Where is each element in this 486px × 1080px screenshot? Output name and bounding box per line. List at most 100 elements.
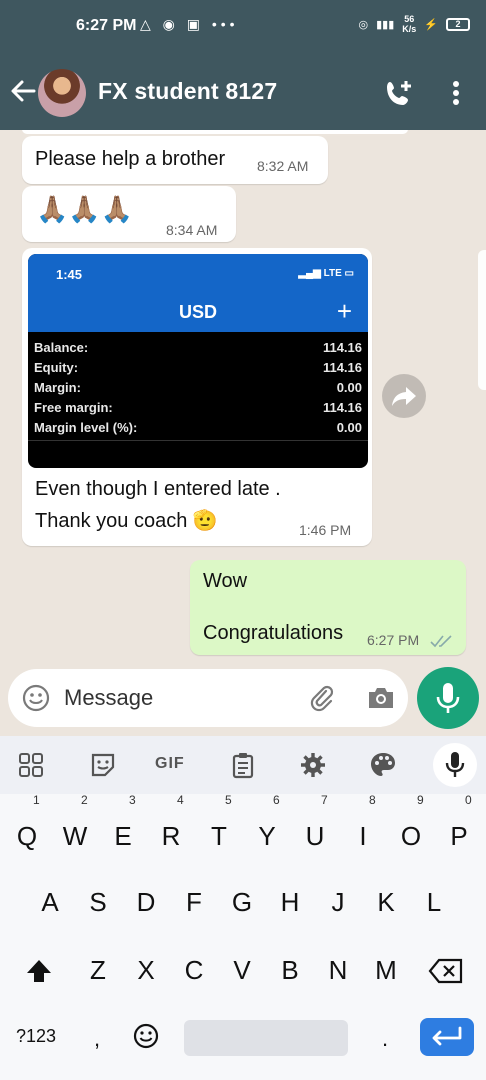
previous-bubble-edge xyxy=(22,130,408,134)
key-h[interactable]: H xyxy=(266,876,314,928)
emoji-key-icon[interactable] xyxy=(132,1022,160,1050)
emoji-icon[interactable] xyxy=(22,684,50,712)
key-e[interactable]: 3E xyxy=(99,794,147,862)
keyboard-toolbar: GIF xyxy=(0,736,486,794)
keyboard-voice-button[interactable] xyxy=(433,743,477,787)
battery-icon: 2 xyxy=(446,17,470,31)
period-key[interactable]: . xyxy=(382,1026,388,1052)
message-composer xyxy=(8,669,408,727)
symbols-key[interactable]: ?123 xyxy=(16,1026,56,1047)
message-emoji: 🙏🏽🙏🏽🙏🏽 xyxy=(36,194,134,224)
key-s[interactable]: S xyxy=(74,876,122,928)
status-time: 6:27 PM xyxy=(76,17,137,34)
status-bar: 6:27 PM △ ◉ ▣ ••• ◎ ▮▮▮ 56 K/s ⚡ 2 xyxy=(0,0,486,56)
message-bubble-1[interactable]: Please help a brother 8:32 AM xyxy=(22,136,328,184)
message-time: 8:34 AM xyxy=(166,222,218,238)
charging-icon: ⚡ xyxy=(424,18,438,31)
summary-row: Margin level (%): 0.00 xyxy=(34,420,362,435)
chat-area[interactable]: Please help a brother 8:32 AM 🙏🏽🙏🏽🙏🏽 8:3… xyxy=(0,130,486,670)
summary-row: Equity: 114.16 xyxy=(34,360,362,375)
clipboard-icon[interactable] xyxy=(228,750,258,780)
key-b[interactable]: B xyxy=(266,944,314,996)
message-bubble-2[interactable]: 🙏🏽🙏🏽🙏🏽 8:34 AM xyxy=(22,186,236,242)
screenshot-header: 1:45 ▂▄▆ LTE ▭ USD + xyxy=(28,254,368,332)
gif-button[interactable]: GIF xyxy=(155,755,185,773)
screenshot-status: ▂▄▆ LTE ▭ xyxy=(298,268,354,279)
enter-key[interactable] xyxy=(420,1018,474,1056)
sticker-icon[interactable] xyxy=(88,750,118,780)
summary-row: Free margin: 114.16 xyxy=(34,400,362,415)
chat-title[interactable]: FX student 8127 xyxy=(98,78,277,105)
key-r[interactable]: 4R xyxy=(147,794,195,862)
attach-icon[interactable] xyxy=(308,684,336,712)
key-w[interactable]: 2W xyxy=(51,794,99,862)
message-text: Wow xyxy=(203,570,248,592)
key-a[interactable]: A xyxy=(26,876,74,928)
message-time: 6:27 PM xyxy=(367,632,420,648)
mic-icon xyxy=(436,683,460,713)
key-v[interactable]: V xyxy=(218,944,266,996)
message-time: 1:46 PM xyxy=(299,522,352,538)
key-m[interactable]: M xyxy=(362,944,410,996)
message-time: 8:32 AM xyxy=(257,158,309,174)
message-input[interactable] xyxy=(64,677,294,719)
key-i[interactable]: 8I xyxy=(339,794,387,862)
comma-key[interactable]: , xyxy=(94,1026,100,1052)
screenshot-title: USD xyxy=(178,302,217,322)
voice-record-button[interactable] xyxy=(417,667,479,729)
screenshot-time: 1:45 xyxy=(56,267,83,282)
divider xyxy=(28,440,368,441)
settings-icon[interactable] xyxy=(298,750,328,780)
forward-icon xyxy=(392,387,416,406)
message-text: Please help a brother xyxy=(35,148,226,170)
key-g[interactable]: G xyxy=(218,876,266,928)
message-text: Congratulations xyxy=(203,622,344,644)
key-t[interactable]: 5T xyxy=(195,794,243,862)
read-ticks-icon xyxy=(430,635,452,648)
message-bubble-3[interactable]: 1:45 ▂▄▆ LTE ▭ USD + Balance: 114.16 Equi… xyxy=(22,248,372,546)
key-k[interactable]: K xyxy=(362,876,410,928)
summary-row: Margin: 0.00 xyxy=(34,380,362,395)
hotspot-icon: ◎ xyxy=(358,18,369,31)
status-right-icons: ◎ ▮▮▮ 56 K/s ⚡ 2 xyxy=(358,14,470,34)
key-q[interactable]: 1Q xyxy=(3,794,51,862)
summary-row: Balance: 114.16 xyxy=(34,340,362,355)
shift-icon[interactable] xyxy=(24,956,54,986)
key-u[interactable]: 7U xyxy=(291,794,339,862)
key-p[interactable]: 0P xyxy=(435,794,483,862)
key-j[interactable]: J xyxy=(314,876,362,928)
signal-icon: ▮▮▮ xyxy=(376,18,395,31)
account-summary: Balance: 114.16 Equity: 114.16 Margin: 0.00… xyxy=(28,338,368,438)
key-c[interactable]: C xyxy=(170,944,218,996)
key-x[interactable]: X xyxy=(122,944,170,996)
key-o[interactable]: 9O xyxy=(387,794,435,862)
mic-icon xyxy=(445,752,465,777)
key-y[interactable]: 6Y xyxy=(243,794,291,862)
back-arrow-icon[interactable] xyxy=(8,76,38,106)
message-bubble-4[interactable]: Wow Congratulations 6:27 PM xyxy=(190,560,466,655)
chat-header: FX student 8127 xyxy=(0,56,486,130)
plus-icon: + xyxy=(336,296,352,326)
forward-button[interactable] xyxy=(382,374,426,418)
scroll-edge xyxy=(478,250,486,390)
message-caption-line2: Thank you coach 🫡 xyxy=(35,510,218,532)
apps-grid-icon[interactable] xyxy=(16,750,46,780)
key-n[interactable]: N xyxy=(314,944,362,996)
key-f[interactable]: F xyxy=(170,876,218,928)
message-caption-line1: Even though I entered late . xyxy=(35,478,281,500)
key-d[interactable]: D xyxy=(122,876,170,928)
add-call-icon[interactable] xyxy=(384,78,414,108)
camera-icon[interactable] xyxy=(366,685,396,711)
enter-icon xyxy=(432,1026,462,1046)
key-l[interactable]: L xyxy=(410,876,458,928)
avatar[interactable] xyxy=(38,69,86,117)
space-bar[interactable] xyxy=(184,1020,348,1056)
palette-icon[interactable] xyxy=(368,750,398,780)
screenshot-image[interactable]: 1:45 ▂▄▆ LTE ▭ USD + Balance: 114.16 Equi… xyxy=(28,254,368,468)
net-speed: 56 K/s xyxy=(402,14,417,34)
status-notification-icons: △ ◉ ▣ ••• xyxy=(140,16,239,32)
keyboard: 1Q 2W 3E 4R 5T 6Y 7U 8I 9O 0P A S D F G … xyxy=(0,794,486,1080)
backspace-icon[interactable] xyxy=(428,958,464,984)
key-z[interactable]: Z xyxy=(74,944,122,996)
more-vert-icon[interactable] xyxy=(444,78,468,108)
